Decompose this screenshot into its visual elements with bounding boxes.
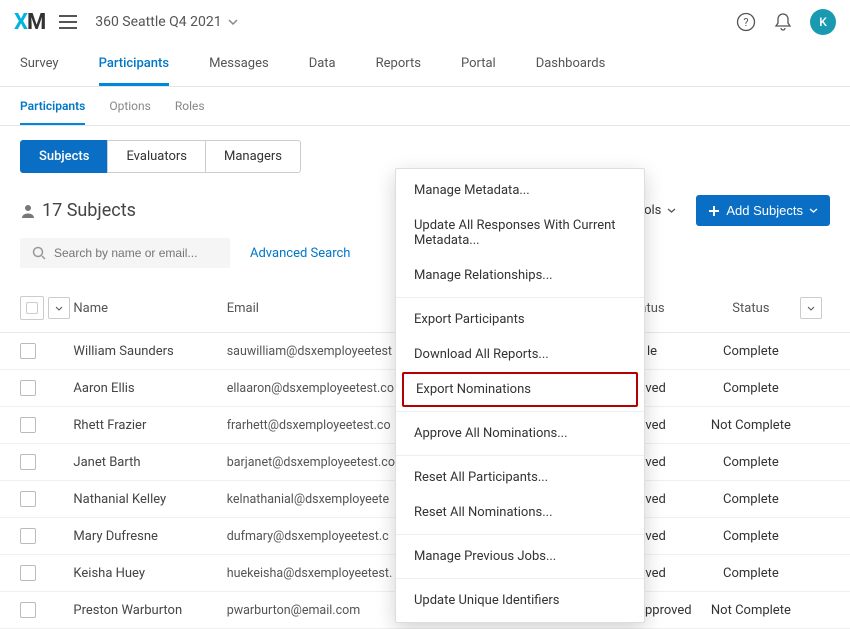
menu-item-reset-all-participants[interactable]: Reset All Participants... bbox=[396, 460, 644, 495]
menu-icon[interactable] bbox=[59, 15, 77, 29]
main-tab-portal[interactable]: Portal bbox=[461, 44, 496, 86]
menu-item-export-participants[interactable]: Export Participants bbox=[396, 302, 644, 337]
row-name: Rhett Frazier bbox=[73, 418, 226, 433]
pill-tab-subjects[interactable]: Subjects bbox=[20, 140, 108, 173]
subjects-count-label: 17 Subjects bbox=[42, 200, 136, 221]
chevron-down-icon bbox=[55, 306, 63, 311]
help-icon[interactable]: ? bbox=[736, 12, 756, 32]
pill-tab-managers[interactable]: Managers bbox=[205, 140, 301, 173]
sub-tab-options[interactable]: Options bbox=[109, 99, 151, 125]
main-tab-reports[interactable]: Reports bbox=[376, 44, 421, 86]
row-status: Complete bbox=[701, 566, 800, 581]
chevron-down-icon bbox=[228, 19, 238, 25]
main-tab-data[interactable]: Data bbox=[309, 44, 336, 86]
row-name: Mary Dufresne bbox=[73, 529, 226, 544]
main-tab-dashboards[interactable]: Dashboards bbox=[536, 44, 606, 86]
menu-item-reset-all-nominations[interactable]: Reset All Nominations... bbox=[396, 495, 644, 530]
row-checkbox[interactable] bbox=[20, 454, 36, 470]
search-box[interactable] bbox=[20, 238, 230, 268]
row-name: Keisha Huey bbox=[73, 566, 226, 581]
project-selector[interactable]: 360 Seattle Q4 2021 bbox=[95, 14, 237, 30]
logo[interactable]: XM bbox=[14, 10, 45, 35]
menu-item-export-nominations[interactable]: Export Nominations bbox=[402, 372, 638, 407]
bell-icon[interactable] bbox=[774, 12, 792, 32]
menu-item-manage-metadata[interactable]: Manage Metadata... bbox=[396, 173, 644, 208]
row-name: William Saunders bbox=[73, 344, 226, 359]
row-status: Complete bbox=[701, 529, 800, 544]
main-tab-survey[interactable]: Survey bbox=[20, 44, 59, 86]
menu-separator bbox=[396, 534, 644, 535]
row-status: Complete bbox=[701, 381, 800, 396]
select-dropdown[interactable] bbox=[48, 297, 70, 319]
top-bar: XM 360 Seattle Q4 2021 ? K bbox=[0, 0, 850, 44]
menu-separator bbox=[396, 297, 644, 298]
sub-tab-participants[interactable]: Participants bbox=[20, 99, 85, 125]
chevron-down-icon bbox=[809, 208, 818, 213]
row-name: Preston Warburton bbox=[73, 603, 226, 618]
row-status: Not Complete bbox=[701, 418, 800, 433]
menu-item-manage-previous-jobs[interactable]: Manage Previous Jobs... bbox=[396, 539, 644, 574]
advanced-search-link[interactable]: Advanced Search bbox=[250, 246, 350, 261]
avatar[interactable]: K bbox=[810, 9, 836, 35]
row-status: Complete bbox=[701, 455, 800, 470]
menu-item-approve-all-nominations[interactable]: Approve All Nominations... bbox=[396, 416, 644, 451]
avatar-letter: K bbox=[819, 15, 827, 29]
menu-separator bbox=[396, 411, 644, 412]
row-checkbox[interactable] bbox=[20, 491, 36, 507]
pill-tab-evaluators[interactable]: Evaluators bbox=[107, 140, 206, 173]
row-status: Not Complete bbox=[701, 603, 800, 618]
row-status: Complete bbox=[701, 344, 800, 359]
column-status[interactable]: Status bbox=[701, 301, 800, 316]
column-name[interactable]: Name bbox=[73, 301, 226, 316]
logo-x: X bbox=[14, 10, 27, 35]
search-input[interactable] bbox=[54, 246, 218, 260]
sub-tabs: Participants Options Roles bbox=[0, 87, 850, 126]
logo-m: M bbox=[27, 10, 45, 35]
row-checkbox[interactable] bbox=[20, 528, 36, 544]
row-checkbox[interactable] bbox=[20, 602, 36, 618]
person-icon bbox=[20, 203, 36, 219]
menu-item-download-all-reports[interactable]: Download All Reports... bbox=[396, 337, 644, 372]
row-name: Aaron Ellis bbox=[73, 381, 226, 396]
sub-tab-roles[interactable]: Roles bbox=[175, 99, 205, 125]
row-status: Complete bbox=[701, 492, 800, 507]
main-tabs: Survey Participants Messages Data Reports Por… bbox=[0, 44, 850, 87]
menu-item-manage-relationships[interactable]: Manage Relationships... bbox=[396, 258, 644, 293]
menu-item-update-all-responses-with-current-metadata[interactable]: Update All Responses With Current Metada… bbox=[396, 208, 644, 258]
chevron-down-icon bbox=[807, 306, 815, 311]
add-subjects-button[interactable]: Add Subjects bbox=[696, 195, 830, 226]
columns-dropdown[interactable] bbox=[800, 297, 822, 319]
row-name: Janet Barth bbox=[73, 455, 226, 470]
plus-icon bbox=[708, 205, 720, 217]
row-checkbox[interactable] bbox=[20, 565, 36, 581]
menu-separator bbox=[396, 455, 644, 456]
select-all-checkbox[interactable] bbox=[20, 296, 44, 320]
svg-text:?: ? bbox=[743, 16, 748, 29]
menu-item-update-unique-identifiers[interactable]: Update Unique Identifiers bbox=[396, 583, 644, 618]
subjects-count: 17 Subjects bbox=[20, 200, 136, 221]
project-name-label: 360 Seattle Q4 2021 bbox=[95, 14, 221, 30]
row-checkbox[interactable] bbox=[20, 380, 36, 396]
main-tab-messages[interactable]: Messages bbox=[209, 44, 269, 86]
row-name: Nathanial Kelley bbox=[73, 492, 226, 507]
tools-menu: Manage Metadata...Update All Responses W… bbox=[395, 168, 645, 623]
menu-separator bbox=[396, 578, 644, 579]
search-icon bbox=[32, 246, 46, 260]
main-tab-participants[interactable]: Participants bbox=[99, 44, 169, 86]
add-subjects-label: Add Subjects bbox=[726, 203, 803, 218]
row-checkbox[interactable] bbox=[20, 417, 36, 433]
row-checkbox[interactable] bbox=[20, 343, 36, 359]
chevron-down-icon bbox=[667, 208, 676, 213]
